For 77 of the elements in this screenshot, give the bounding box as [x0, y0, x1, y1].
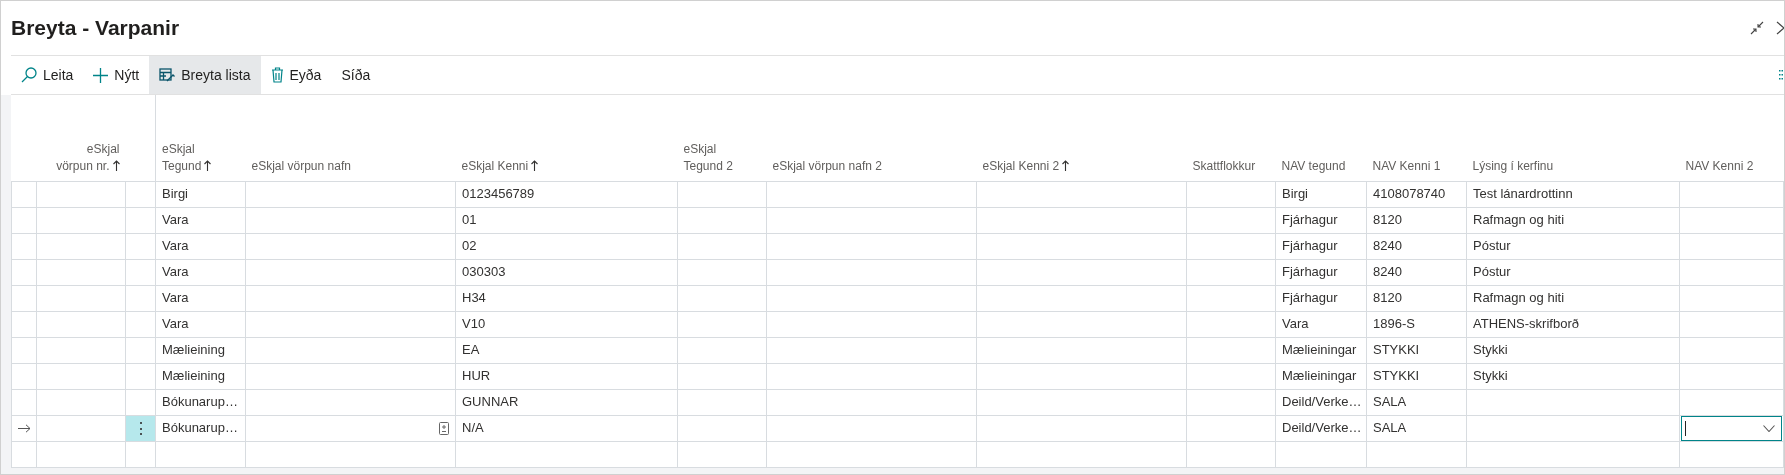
column-header[interactable]: eSkjal vörpun nafn: [251, 157, 351, 175]
table-cell: 02: [462, 238, 477, 254]
table-cell: HUR: [462, 368, 491, 384]
search-icon: [21, 67, 37, 83]
toolbar-button[interactable]: Síða: [331, 56, 381, 94]
column-header[interactable]: eSkjal Tegund: [162, 140, 212, 175]
trash-icon: [270, 67, 284, 83]
table-cell: Mælieining: [162, 342, 225, 358]
table-cell: ATHENS-skrifborð: [1473, 316, 1579, 332]
table-cell: Deild/Verke…: [1282, 394, 1362, 410]
table-cell: Vara: [162, 290, 189, 306]
dropdown-field[interactable]: [1681, 415, 1782, 441]
table-cell: 030303: [462, 264, 506, 280]
chevron-down-icon: [1763, 424, 1775, 432]
table-cell: V10: [462, 316, 486, 332]
grid-icon[interactable]: [1779, 70, 1783, 80]
table-cell: SALA: [1373, 420, 1407, 436]
table-cell: Vara: [162, 212, 189, 228]
column-header[interactable]: NAV tegund: [1281, 157, 1346, 175]
edit-list-icon: [159, 68, 176, 82]
table-cell: EA: [462, 342, 480, 358]
table-cell: Test lánardrottinn: [1473, 186, 1573, 202]
table-cell: Mælieining: [162, 368, 225, 384]
toolbar-button[interactable]: Leita: [11, 56, 84, 94]
table-cell: Vara: [162, 264, 189, 280]
close-icon[interactable]: [1776, 21, 1784, 35]
table-cell: Fjárhagur: [1282, 264, 1338, 280]
table-cell: Fjárhagur: [1282, 238, 1338, 254]
plus-icon: [93, 67, 109, 83]
table-cell: 8120: [1373, 212, 1402, 228]
table-cell: Bókunarup…: [162, 394, 238, 410]
table-cell: Vara: [162, 238, 189, 254]
table-cell: 4108078740: [1373, 186, 1446, 202]
table-cell: Fjárhagur: [1282, 290, 1338, 306]
column-header[interactable]: Skattflokkur: [1192, 157, 1256, 175]
table-cell: GUNNAR: [462, 394, 519, 410]
toolbar-button[interactable]: Nýtt: [83, 56, 150, 94]
column-header[interactable]: eSkjal Kenni: [461, 157, 539, 175]
table-cell: SALA: [1373, 394, 1407, 410]
table-cell: H34: [462, 290, 486, 306]
table-cell: Fjárhagur: [1282, 212, 1338, 228]
table-cell: Birgi: [162, 186, 188, 202]
table-cell: Rafmagn og hiti: [1473, 212, 1565, 228]
column-header[interactable]: eSkjal vörpun nr.: [56, 140, 120, 175]
table-cell: Vara: [162, 316, 189, 332]
table-cell: STYKKI: [1373, 368, 1420, 384]
table-cell: Mælieiningar: [1282, 342, 1357, 358]
column-header[interactable]: NAV Kenni 1: [1372, 157, 1441, 175]
table-cell: Mælieiningar: [1282, 368, 1357, 384]
column-header[interactable]: eSkjal vörpun nafn 2: [772, 157, 882, 175]
table-cell: Stykki: [1473, 342, 1508, 358]
table-cell: Vara: [1282, 316, 1309, 332]
table-cell: 01: [462, 212, 477, 228]
table-cell: Deild/Verke…: [1282, 420, 1362, 436]
table-cell: Stykki: [1473, 368, 1508, 384]
table-cell: Rafmagn og hiti: [1473, 290, 1565, 306]
table-cell: Póstur: [1473, 264, 1511, 280]
table-cell: N/A: [462, 420, 484, 436]
column-header[interactable]: eSkjal Tegund 2: [683, 140, 733, 175]
table-cell: 8120: [1373, 290, 1402, 306]
column-header[interactable]: Lýsing í kerfinu: [1472, 157, 1554, 175]
column-header[interactable]: NAV Kenni 2: [1685, 157, 1754, 175]
column-header[interactable]: eSkjal Kenni 2: [982, 157, 1070, 175]
lookup-icon[interactable]: [439, 422, 449, 436]
table-cell: Birgi: [1282, 186, 1308, 202]
window-title: Breyta - Varpanir: [11, 15, 181, 42]
table-cell: STYKKI: [1373, 342, 1420, 358]
current-row-arrow-icon: [17, 424, 31, 434]
table-cell: Póstur: [1473, 238, 1511, 254]
table-cell: 0123456789: [462, 186, 535, 202]
collapse-icon[interactable]: [1750, 21, 1764, 35]
toolbar-button[interactable]: Breyta lista: [149, 56, 261, 94]
toolbar-button[interactable]: Eyða: [260, 56, 332, 94]
table-cell: 8240: [1373, 264, 1402, 280]
table-cell: 1896-S: [1373, 316, 1415, 332]
table-cell: Bókunarup…: [162, 420, 238, 436]
table-cell: 8240: [1373, 238, 1402, 254]
